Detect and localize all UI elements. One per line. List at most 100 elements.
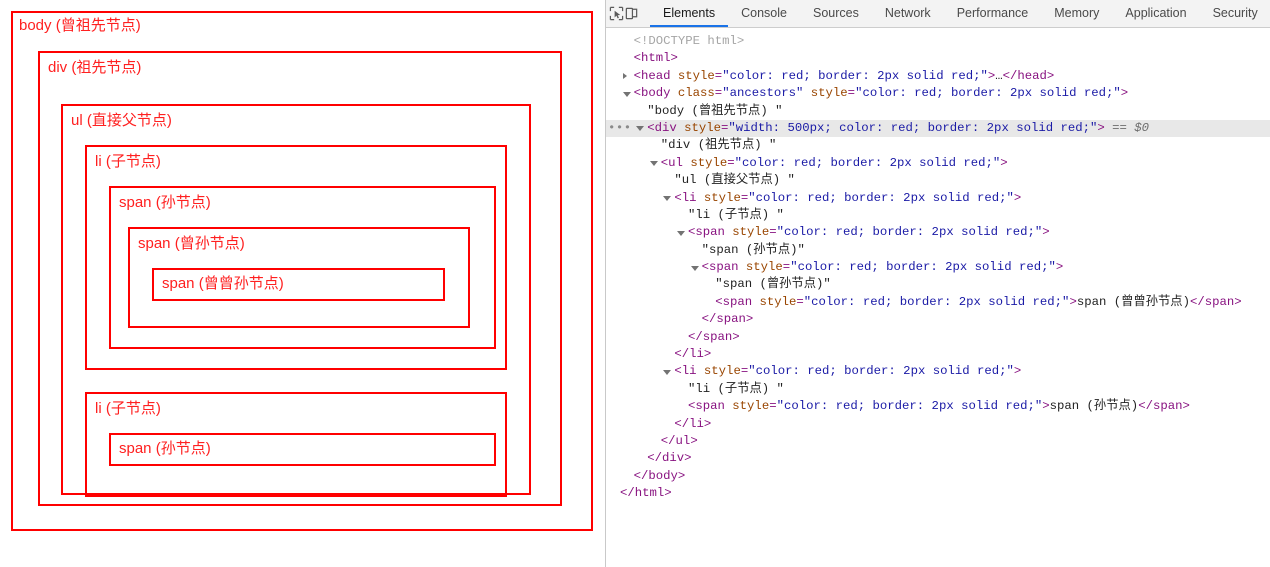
dom-doctype: <!DOCTYPE html> [633,34,745,48]
dom-attr-name: style [703,364,741,379]
dom-row[interactable]: </ul> [606,433,1270,450]
devtools-panel: Elements Console Sources Network Perform… [606,0,1270,567]
dom-row[interactable]: </html> [606,485,1270,502]
dom-row[interactable]: <li style="color: red; border: 2px solid… [606,363,1270,380]
dom-attr-name: style [684,120,722,135]
chevron-down-icon[interactable] [677,230,685,236]
node-label-span-grandchild-second: span (孙节点) [119,440,211,457]
dom-close-tag: </div> [647,451,692,466]
dom-row[interactable]: </body> [606,468,1270,485]
tab-sources[interactable]: Sources [800,0,872,27]
tab-memory[interactable]: Memory [1041,0,1112,27]
dom-row-selected[interactable]: ••• <div style="width: 500px; color: red;… [606,119,1270,138]
dom-row[interactable]: <body class="ancestors" style="color: re… [606,85,1270,102]
dom-selected-marker: == [1104,120,1135,135]
rendered-page-pane: body (曾祖先节点) div (祖先节点) ul (直接父节点) li (子… [0,0,606,567]
dom-attr-value: "color: red; border: 2px solid red;" [748,190,1014,205]
dom-row[interactable]: </li> [606,346,1270,363]
dom-text-node: "span (曾孙节点)" [715,277,831,292]
dom-open-tag: <span [701,260,739,275]
dom-attr-name: style [810,86,848,101]
dom-attr-name: style [745,260,783,275]
dom-row[interactable]: <span style="color: red; border: 2px sol… [606,224,1270,241]
dom-attr-value: "color: red; border: 2px solid red;" [803,294,1070,309]
chevron-down-icon[interactable] [649,161,658,167]
dom-row[interactable]: <html> [606,50,1270,67]
tab-application[interactable]: Application [1112,0,1199,27]
dom-text-node: "li (子节点) " [688,207,784,222]
device-toolbar-icon-svg [625,7,638,20]
dom-row[interactable]: "body (曾祖先节点) " [606,103,1270,120]
chevron-down-icon[interactable] [663,369,672,375]
dom-row-more-icon[interactable]: ••• [608,120,632,137]
node-box-span-great-grandchild: span (曾孙节点) span (曾曾孙节点) [128,227,470,328]
dom-row[interactable]: <span style="color: red; border: 2px sol… [606,259,1270,276]
dom-tree[interactable]: <!DOCTYPE html> <html> <head style="color:… [606,28,1270,567]
node-box-ul: ul (直接父节点) li (子节点) span (孙节点) span (曾孙节… [61,104,531,497]
chevron-down-icon[interactable] [663,196,672,202]
node-box-div: div (祖先节点) ul (直接父节点) li (子节点) span (孙节点… [38,51,562,506]
dom-close-tag: </head> [1002,68,1055,83]
dom-open-tag: <li [674,364,697,379]
dom-row[interactable]: "div (祖先节点) " [606,137,1270,154]
dom-row[interactable]: "li (子节点) " [606,381,1270,398]
devtools-tabs: Elements Console Sources Network Perform… [650,0,1270,27]
dom-open-tag: <span [688,225,725,240]
tab-console[interactable]: Console [728,0,800,27]
dom-attr-name: style [677,68,715,83]
dom-attr-value: "color: red; border: 2px solid red;" [748,364,1014,379]
dom-text-node: "body (曾祖先节点) " [647,103,783,118]
dom-close-tag: </li> [674,347,712,362]
dom-close-tag: </span> [688,329,740,344]
dom-row[interactable]: </span> [606,311,1270,328]
dom-close-tag: </span> [1189,294,1242,309]
chevron-down-icon[interactable] [690,265,699,271]
dom-close-tag: </body> [633,468,686,483]
dom-attr-value: "ancestors" [722,86,804,101]
node-label-span-grandchild-first: span (孙节点) [119,194,211,211]
device-toolbar-icon[interactable] [624,0,639,27]
dom-row[interactable]: </div> [606,450,1270,467]
node-label-li-second: li (子节点) [95,400,161,417]
node-box-span-grandchild-first: span (孙节点) span (曾孙节点) span (曾曾孙节点) [109,186,496,349]
dom-attr-name: style [732,225,770,240]
dom-text-node: "ul (直接父节点) " [674,173,795,188]
dom-open-tag: <span [688,399,725,414]
dom-row[interactable]: <li style="color: red; border: 2px solid… [606,190,1270,207]
dom-row[interactable]: </li> [606,416,1270,433]
dom-row[interactable]: "span (曾孙节点)" [606,276,1270,293]
tab-performance[interactable]: Performance [944,0,1042,27]
chevron-down-icon[interactable] [622,91,631,97]
dom-row[interactable]: "ul (直接父节点) " [606,172,1270,189]
node-box-body: body (曾祖先节点) div (祖先节点) ul (直接父节点) li (子… [11,11,593,531]
dom-row[interactable]: "li (子节点) " [606,207,1270,224]
devtools-toolbar: Elements Console Sources Network Perform… [606,0,1270,28]
tab-network[interactable]: Network [872,0,944,27]
dom-row[interactable]: <span style="color: red; border: 2px sol… [606,398,1270,415]
dom-attr-value: "color: red; border: 2px solid red;" [776,399,1043,414]
tab-security[interactable]: Security [1200,0,1270,27]
tab-elements[interactable]: Elements [650,0,729,27]
inspect-cursor-icon[interactable] [609,0,624,27]
dom-open-tag: <body [633,86,671,101]
dom-dollar-zero: $0 [1134,120,1150,135]
dom-text-node: "div (祖先节点) " [660,138,777,153]
dom-attr-name: style [732,399,770,414]
node-box-li-first: li (子节点) span (孙节点) span (曾孙节点) span (曾曾… [85,145,507,370]
dom-row[interactable]: </span> [606,329,1270,346]
node-label-li-first: li (子节点) [95,153,161,170]
dom-row[interactable]: "span (孙节点)" [606,242,1270,259]
chevron-down-icon[interactable] [636,126,645,132]
dom-open-tag: <div [647,120,677,135]
node-label-span-great-grandchild: span (曾孙节点) [138,235,245,252]
chevron-right-icon[interactable] [622,72,627,79]
dom-close-tag: </ul> [660,433,698,448]
dom-inline-text: span (孙节点) [1049,399,1139,414]
dom-close-tag: </li> [674,416,712,431]
dom-row[interactable]: <ul style="color: red; border: 2px solid… [606,155,1270,172]
dom-row[interactable]: <head style="color: red; border: 2px sol… [606,68,1270,85]
dom-row[interactable]: <span style="color: red; border: 2px sol… [606,294,1270,311]
dom-open-tag: <html [633,51,671,66]
dom-row[interactable]: <!DOCTYPE html> [606,33,1270,50]
dom-open-tag: <span [715,294,753,309]
